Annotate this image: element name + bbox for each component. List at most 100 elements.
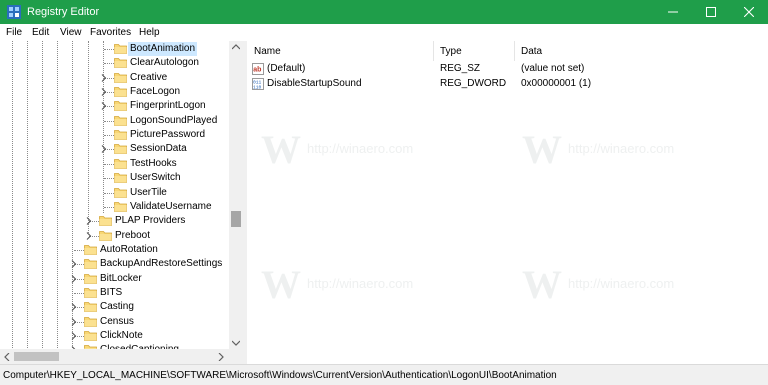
minimize-icon (668, 11, 678, 13)
tree-vertical-scrollbar[interactable] (229, 41, 243, 349)
expand-chevron-icon[interactable] (99, 73, 109, 83)
expand-chevron-icon[interactable] (99, 144, 109, 154)
expand-chevron-icon[interactable] (69, 331, 79, 341)
minimize-button[interactable] (654, 0, 692, 24)
tree-item[interactable]: ClearAutologon (0, 56, 228, 70)
folder-icon (84, 259, 97, 270)
tree-item[interactable]: BootAnimation (0, 42, 228, 56)
menu-bar: File Edit View Favorites Help (0, 24, 768, 41)
menu-favorites[interactable]: Favorites (90, 26, 131, 39)
scroll-left-arrow-icon[interactable] (4, 353, 10, 361)
expand-chevron-icon[interactable] (69, 317, 79, 327)
folder-icon (114, 72, 127, 83)
folder-icon (84, 244, 97, 255)
menu-help[interactable]: Help (139, 26, 160, 39)
registry-editor-icon (7, 5, 21, 19)
column-header-name[interactable]: Name (254, 45, 281, 58)
value-data: 0x00000001 (1) (521, 78, 592, 89)
tree-horizontal-scrollbar[interactable] (0, 349, 229, 364)
watermark-text: http://winaero.com (568, 141, 675, 156)
folder-icon (84, 331, 97, 341)
tree-hscroll-thumb[interactable] (14, 352, 59, 361)
value-row[interactable]: ab (Default) REG_SZ (value not set) (247, 62, 768, 76)
expand-chevron-icon[interactable] (84, 216, 94, 226)
watermark-logo: W (261, 127, 301, 172)
column-divider[interactable] (433, 41, 434, 61)
folder-icon (84, 288, 97, 298)
tree-item-label: BitLocker (100, 272, 142, 284)
folder-icon (114, 101, 127, 112)
tree-item[interactable]: Creative (0, 71, 228, 85)
column-divider[interactable] (514, 41, 515, 61)
expand-chevron-icon[interactable] (99, 101, 109, 111)
folder-icon (84, 302, 97, 313)
expand-chevron-icon[interactable] (69, 259, 79, 269)
tree-item[interactable]: FingerprintLogon (0, 99, 228, 113)
folder-icon (114, 87, 127, 97)
tree-item[interactable]: ValidateUsername (0, 200, 228, 214)
menu-file[interactable]: File (6, 26, 22, 39)
folder-icon (114, 130, 127, 140)
tree-item[interactable]: UserTile (0, 186, 228, 200)
tree-item-label: ClearAutologon (130, 57, 199, 69)
tree-item-label: BackupAndRestoreSettings (100, 258, 223, 270)
tree-item[interactable]: TestHooks (0, 157, 228, 171)
menu-view[interactable]: View (60, 26, 82, 39)
watermark-text: http://winaero.com (307, 141, 414, 156)
tree-item-label: Casting (100, 301, 134, 313)
tree-item-label: BITS (100, 286, 123, 298)
scrollbar-corner (229, 349, 243, 364)
svg-text:ab: ab (253, 67, 261, 74)
tree-item[interactable]: Census (0, 315, 228, 329)
close-button[interactable] (730, 0, 768, 24)
close-icon (744, 7, 754, 17)
tree-item-label: AutoRotation (100, 243, 158, 255)
registry-key-tree[interactable]: BootAnimation ClearAutologon Creative FaceL… (0, 41, 244, 364)
folder-icon (84, 316, 97, 327)
expand-chevron-icon[interactable] (99, 87, 109, 97)
tree-item[interactable]: BackupAndRestoreSettings (0, 257, 228, 271)
tree-item[interactable]: BitLocker (0, 272, 228, 286)
tree-item[interactable]: PLAP Providers (0, 214, 228, 228)
scroll-down-arrow-icon[interactable] (232, 340, 240, 346)
tree-item[interactable]: FaceLogon (0, 85, 228, 99)
tree-scroll-thumb[interactable] (231, 211, 241, 227)
tree-item[interactable]: SessionData (0, 142, 228, 156)
maximize-button[interactable] (692, 0, 730, 24)
expand-chevron-icon[interactable] (84, 231, 94, 241)
scroll-up-arrow-icon[interactable] (232, 44, 240, 50)
scroll-right-arrow-icon[interactable] (218, 353, 224, 361)
tree-item[interactable]: UserSwitch (0, 171, 228, 185)
tree-item-label: Creative (130, 71, 168, 83)
folder-icon (114, 144, 127, 155)
tree-item-label: LogonSoundPlayed (130, 114, 218, 126)
folder-icon (99, 216, 112, 227)
tree-item[interactable]: ClickNote (0, 329, 228, 343)
registry-values-list[interactable]: W http://winaero.com W http://winaero.co… (247, 41, 768, 364)
tree-item[interactable]: BITS (0, 286, 228, 300)
tree-item-label: FaceLogon (130, 86, 181, 98)
column-header-data[interactable]: Data (521, 45, 542, 58)
watermark-logo: W (522, 127, 562, 172)
tree-item[interactable]: AutoRotation (0, 243, 228, 257)
folder-icon (114, 201, 127, 212)
watermark-text: http://winaero.com (568, 276, 675, 291)
folder-icon (114, 173, 127, 184)
title-bar[interactable]: Registry Editor (0, 0, 768, 24)
maximize-icon (706, 7, 716, 17)
value-row[interactable]: 011 110 DisableStartupSound REG_DWORD 0x… (247, 77, 768, 91)
tree-item-label: ClickNote (100, 330, 143, 341)
tree-item-label: PicturePassword (130, 129, 206, 141)
tree-item-label: UserTile (130, 186, 167, 198)
tree-item[interactable]: PicturePassword (0, 128, 228, 142)
tree-item-label: UserSwitch (130, 172, 181, 184)
column-header-type[interactable]: Type (440, 45, 462, 58)
svg-text:110: 110 (253, 85, 262, 91)
tree-item[interactable]: LogonSoundPlayed (0, 114, 228, 128)
expand-chevron-icon[interactable] (69, 302, 79, 312)
expand-chevron-icon[interactable] (69, 274, 79, 284)
menu-edit[interactable]: Edit (32, 26, 49, 39)
folder-icon (114, 158, 127, 169)
tree-item[interactable]: Casting (0, 300, 228, 314)
tree-item[interactable]: Preboot (0, 229, 228, 243)
